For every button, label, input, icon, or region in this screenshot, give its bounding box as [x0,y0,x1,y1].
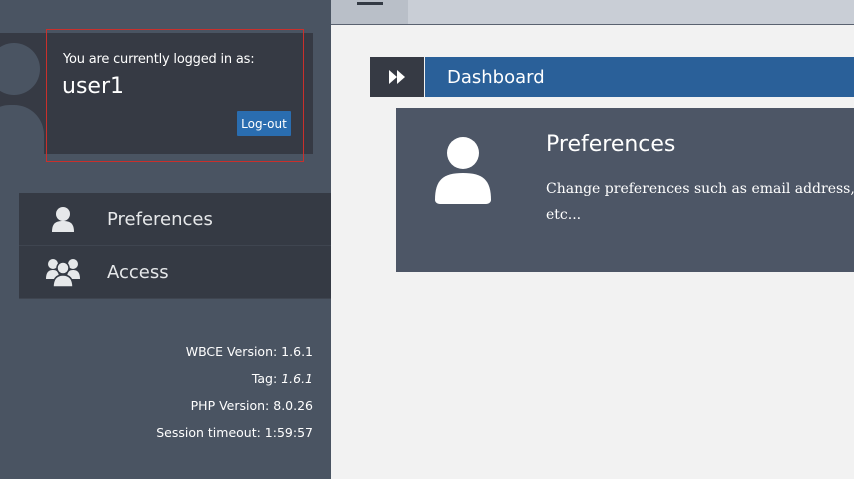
page-title: Dashboard [425,57,854,97]
sidebar-item-access[interactable]: Access [19,246,331,299]
fast-forward-icon[interactable] [370,57,424,97]
card-title: Preferences [546,132,676,157]
sidebar-item-label: Preferences [107,208,213,230]
card-description: Change preferences such as email address… [546,181,854,223]
group-icon [19,257,107,287]
version-info: WBCE Version: 1.6.1 Tag: 1.6.1 PHP Versi… [13,340,313,448]
logged-in-username: user1 [62,74,124,99]
login-caption: You are currently logged in as: [63,52,255,67]
logout-button[interactable]: Log-out [237,111,291,136]
user-icon [434,136,492,208]
sidebar-item-label: Access [107,261,169,283]
sidebar: You are currently logged in as: user1 Lo… [0,0,331,479]
menu-toggle-button[interactable] [331,0,408,24]
wbce-version: WBCE Version: 1.6.1 [185,344,313,359]
php-version: PHP Version: 8.0.26 [190,398,313,413]
user-icon [19,206,107,232]
hamburger-icon [356,0,383,10]
breadcrumb: Dashboard [370,57,854,97]
tag-version: Tag: 1.6.1 [251,371,313,386]
sidebar-item-preferences[interactable]: Preferences [19,193,331,246]
sidebar-nav: Preferences Access [19,193,331,299]
preferences-card[interactable]: Preferences Change preferences such as e… [396,108,854,272]
avatar [0,43,44,165]
session-timeout: Session timeout: 1:59:57 [156,425,313,440]
top-bar [331,0,854,25]
